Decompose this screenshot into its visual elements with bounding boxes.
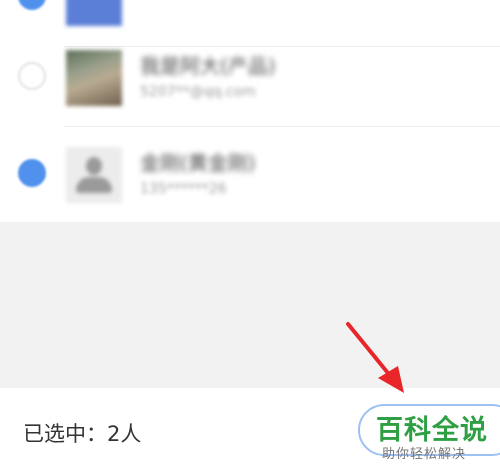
default-avatar-icon — [66, 147, 122, 203]
contact-detail: 135******26 — [140, 181, 227, 197]
watermark-title: 百科全说 — [376, 415, 488, 446]
radio-checked-icon[interactable] — [18, 159, 46, 187]
radio-checked-icon[interactable] — [18, 0, 46, 10]
contact-row[interactable]: 我是阿大(产品) 5207**@qq.com — [0, 30, 500, 127]
selected-count-label: 已选中：2人 — [23, 422, 142, 446]
red-arrow-icon — [346, 322, 404, 393]
contact-row[interactable]: 金刚(黄金刚) 135******26 — [0, 127, 500, 224]
contact-list: 我是阿大(产品) 5207**@qq.com 金刚(黄金刚) 135******… — [0, 0, 500, 222]
watermark-subtitle: 助你轻松解决 — [382, 447, 467, 462]
contact-detail: 5207**@qq.com — [140, 84, 256, 100]
contact-avatar — [66, 50, 122, 106]
radio-unchecked-icon[interactable] — [18, 62, 46, 90]
partial-avatar — [66, 0, 122, 26]
contact-name: 金刚(黄金刚) — [140, 151, 256, 175]
contact-name: 我是阿大(产品) — [140, 54, 276, 78]
watermark-logo: 百科全说 助你轻松解决 — [376, 402, 500, 466]
